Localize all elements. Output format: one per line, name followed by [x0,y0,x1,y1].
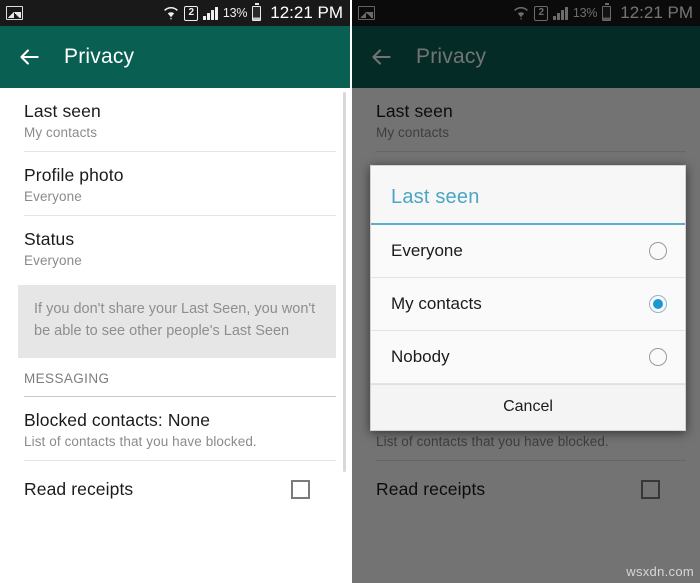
setting-value: Everyone [24,189,82,204]
cancel-button[interactable]: Cancel [371,384,685,430]
phone-screen-left: 2 13% 12:21 PM Privacy Last seen My cont… [0,0,350,583]
setting-row-profile-photo[interactable]: Profile photo Everyone [0,152,350,215]
setting-row-read-receipts[interactable]: Read receipts [0,461,350,518]
dialog-option-label: Everyone [391,241,463,260]
wifi-icon [163,6,179,20]
read-receipts-checkbox[interactable] [291,479,310,499]
scrollbar[interactable] [343,92,346,472]
battery-icon [252,3,262,21]
setting-title: Profile photo [24,165,124,185]
radio-button-nobody[interactable] [649,348,667,366]
section-header-messaging: MESSAGING [0,358,350,396]
status-bar: 2 13% 12:21 PM [0,0,350,26]
settings-list: Last seen My contacts Profile photo Ever… [0,88,350,583]
dialog-option-nobody[interactable]: Nobody [371,331,685,384]
setting-title: Last seen [24,101,101,121]
clock-label: 12:21 PM [270,3,343,22]
setting-title: Read receipts [24,478,134,499]
status-bar-left [6,6,23,20]
gallery-icon [6,6,23,20]
dialog-option-my-contacts[interactable]: My contacts [371,278,685,331]
sim-card-icon: 2 [184,5,199,21]
setting-row-blocked-contacts[interactable]: Blocked contacts: None List of contacts … [0,397,350,460]
setting-value: List of contacts that you have blocked. [24,433,257,449]
setting-value: Everyone [24,253,82,268]
setting-title: Status [24,229,75,249]
status-bar-right: 2 13% 12:21 PM [163,3,343,23]
last-seen-dialog: Last seen Everyone My contacts Nobody Ca… [370,165,686,431]
watermark: wsxdn.com [626,564,694,579]
radio-button-everyone[interactable] [649,242,667,260]
radio-button-my-contacts[interactable] [649,295,667,313]
signal-bars-icon [203,6,218,20]
dialog-option-everyone[interactable]: Everyone [371,225,685,278]
battery-percent-label: 13% [222,6,248,20]
app-bar: Privacy [0,26,350,88]
last-seen-info-box: If you don't share your Last Seen, you w… [18,285,336,358]
section-header-label: MESSAGING [24,370,110,386]
back-arrow-icon[interactable] [16,44,42,70]
page-title: Privacy [64,45,135,68]
phone-screen-right: 2 13% 12:21 PM Privacy Last seen My cont… [350,0,700,583]
setting-row-status[interactable]: Status Everyone [0,216,350,279]
setting-title: Blocked contacts: None [24,409,211,430]
dialog-option-label: Nobody [391,347,450,366]
dual-screenshot-container: 2 13% 12:21 PM Privacy Last seen My cont… [0,0,700,583]
setting-value: My contacts [24,125,98,140]
dialog-title: Last seen [371,166,685,225]
info-text: If you don't share your Last Seen, you w… [34,301,316,340]
setting-row-last-seen[interactable]: Last seen My contacts [0,88,350,151]
dialog-option-label: My contacts [391,294,482,313]
